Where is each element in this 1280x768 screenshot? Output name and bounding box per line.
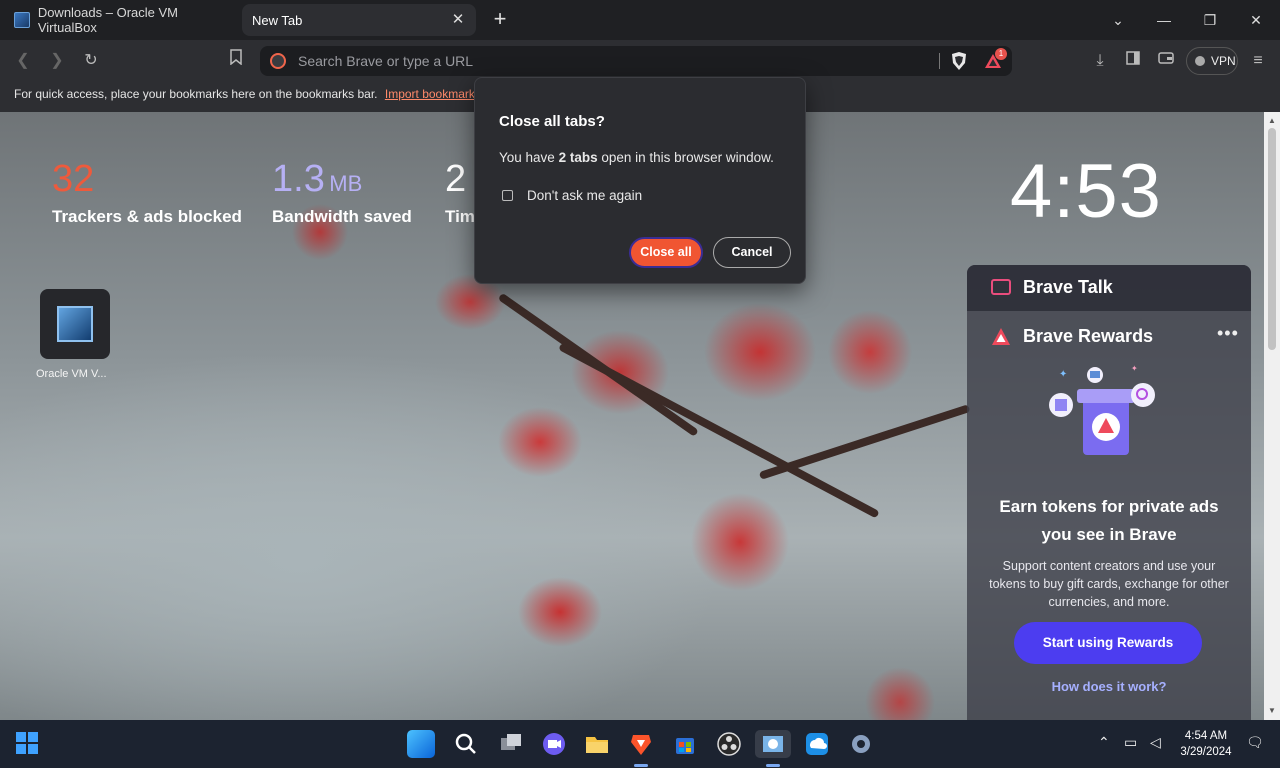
onedrive-upload-icon[interactable] xyxy=(803,730,831,758)
dont-ask-checkbox[interactable] xyxy=(502,190,513,201)
network-icon[interactable]: ▭ xyxy=(1124,734,1137,751)
bookmark-icon[interactable] xyxy=(223,48,249,74)
forward-button[interactable]: ❯ xyxy=(44,48,70,74)
minimize-button[interactable]: — xyxy=(1150,6,1178,34)
page-scrollbar[interactable]: ▲ ▼ xyxy=(1264,112,1280,720)
brave-icon[interactable] xyxy=(627,730,655,758)
rewards-gift-illustration: ✦ ✦ xyxy=(1049,365,1155,455)
scroll-down-icon[interactable]: ▼ xyxy=(1264,704,1280,718)
downloads-icon[interactable]: ⤓ xyxy=(1087,48,1113,74)
volume-icon[interactable]: ◁ xyxy=(1150,734,1161,751)
system-time: 4:54 AM xyxy=(1184,730,1228,742)
more-options-icon[interactable]: ••• xyxy=(1217,323,1239,344)
dialog-message-prefix: You have xyxy=(499,150,559,165)
dialog-title: Close all tabs? xyxy=(499,113,605,130)
dialog-message-count: 2 tabs xyxy=(558,150,598,165)
close-all-button[interactable]: Close all xyxy=(629,237,703,268)
background-branch xyxy=(497,292,699,437)
bandwidth-unit: MB xyxy=(329,171,363,196)
cancel-button[interactable]: Cancel xyxy=(713,237,791,268)
reload-button[interactable]: ↻ xyxy=(78,48,104,74)
trackers-count: 32 xyxy=(52,158,95,200)
start-using-rewards-button[interactable]: Start using Rewards xyxy=(1014,622,1202,664)
file-explorer-icon[interactable] xyxy=(583,730,611,758)
scroll-up-icon[interactable]: ▲ xyxy=(1264,114,1280,128)
trackers-label: Trackers & ads blocked xyxy=(52,207,242,226)
time-saved-label: Tim xyxy=(445,207,475,226)
tab-search-chevron-icon[interactable]: ⌄ xyxy=(1104,6,1132,34)
search-input[interactable]: Search Brave or type a URL xyxy=(298,53,473,69)
meet-icon[interactable] xyxy=(540,730,568,758)
sidebar-icon[interactable] xyxy=(1120,48,1146,74)
tab-downloads[interactable]: Downloads – Oracle VM VirtualBox xyxy=(6,4,238,36)
obs-icon[interactable] xyxy=(715,730,743,758)
bandwidth-value: 1.3 xyxy=(272,158,325,200)
windows-start-icon[interactable] xyxy=(407,730,435,758)
brave-rewards-logo-icon xyxy=(992,328,1010,345)
virtualbox-icon xyxy=(57,306,93,342)
bookmarks-hint: For quick access, place your bookmarks h… xyxy=(14,87,378,101)
site-info-icon[interactable] xyxy=(270,53,286,69)
time-stat: 2 Tim xyxy=(445,158,475,227)
windows-start-icon[interactable] xyxy=(16,732,40,756)
virtualbox-taskbar-icon[interactable] xyxy=(755,730,791,758)
rewards-headline-line1: Earn tokens for private ads xyxy=(999,497,1219,516)
window-close-button[interactable]: ✕ xyxy=(1242,6,1270,34)
wallet-icon[interactable] xyxy=(1153,48,1179,74)
rewards-headline-line2: you see in Brave xyxy=(1041,525,1177,544)
virtualbox-active-indicator xyxy=(766,764,780,767)
microsoft-store-icon[interactable] xyxy=(671,730,699,758)
vpn-label: VPN xyxy=(1211,54,1236,68)
clock: 4:53 xyxy=(1010,149,1162,234)
brave-widget-card: Brave Talk Brave Rewards ••• ✦ ✦ Earn to… xyxy=(967,265,1251,720)
address-bar[interactable]: Search Brave or type a URL 1 xyxy=(260,46,1012,76)
browser-toolbar: ❮ ❯ ↻ Search Brave or type a URL 1 ⤓ VPN… xyxy=(0,40,1280,82)
brave-active-indicator xyxy=(634,764,648,767)
rewards-description: Support content creators and use your to… xyxy=(989,559,1229,609)
search-icon[interactable] xyxy=(452,730,480,758)
brave-talk-label: Brave Talk xyxy=(1023,277,1113,297)
top-site-label: Oracle VM V... xyxy=(36,368,107,380)
rewards-headline: Earn tokens for private ads you see in B… xyxy=(967,493,1251,549)
dialog-message-suffix: open in this browser window. xyxy=(597,150,774,165)
bandwidth-label: Bandwidth saved xyxy=(272,207,412,226)
svg-text:✦: ✦ xyxy=(1059,369,1067,380)
restore-button[interactable]: ❐ xyxy=(1196,6,1224,34)
bandwidth-stat: 1.3 MB Bandwidth saved xyxy=(272,158,412,227)
windows-taskbar: ⌃ ▭ ◁ 4:54 AM 3/29/2024 🗨 xyxy=(0,720,1280,768)
background-branch xyxy=(758,404,971,480)
close-tab-icon[interactable]: ✕ xyxy=(450,12,466,28)
top-site-virtualbox[interactable] xyxy=(40,289,110,359)
close-all-tabs-dialog: Close all tabs? You have 2 tabs open in … xyxy=(474,77,806,284)
dialog-message: You have 2 tabs open in this browser win… xyxy=(499,150,774,165)
tab-label: Downloads – Oracle VM VirtualBox xyxy=(37,5,178,35)
notifications-icon[interactable]: 🗨 xyxy=(1246,734,1264,751)
brave-talk-row[interactable]: Brave Talk xyxy=(967,265,1251,311)
trackers-stat: 32 Trackers & ads blocked xyxy=(52,158,242,227)
menu-icon[interactable]: ≡ xyxy=(1245,48,1271,74)
vpn-status-icon xyxy=(1195,56,1205,66)
vpn-button[interactable]: VPN xyxy=(1186,47,1238,75)
system-clock[interactable]: 4:54 AM 3/29/2024 xyxy=(1176,728,1236,760)
show-hidden-icons-chevron-icon[interactable]: ⌃ xyxy=(1098,734,1110,751)
virtualbox-favicon-icon xyxy=(14,12,30,28)
tab-new-tab[interactable]: New Tab ✕ xyxy=(242,4,476,36)
system-date: 3/29/2024 xyxy=(1180,746,1232,758)
time-saved-value: 2 xyxy=(445,158,467,200)
svg-text:✦: ✦ xyxy=(1131,365,1138,373)
omnibox-divider xyxy=(939,53,940,69)
title-bar: Downloads – Oracle VM VirtualBox New Tab… xyxy=(0,0,1280,40)
new-tab-button[interactable]: + xyxy=(488,8,512,32)
dont-ask-label[interactable]: Don't ask me again xyxy=(527,188,642,203)
brave-rewards-label: Brave Rewards xyxy=(1023,326,1154,346)
how-does-it-work-link[interactable]: How does it work? xyxy=(967,679,1251,694)
brave-shields-icon[interactable] xyxy=(950,51,968,71)
scrollbar-thumb[interactable] xyxy=(1268,128,1276,350)
tab-label: New Tab xyxy=(252,12,303,28)
video-camera-icon xyxy=(991,279,1011,295)
rewards-badge: 1 xyxy=(995,48,1007,60)
settings-gear-icon[interactable] xyxy=(847,730,875,758)
back-button[interactable]: ❮ xyxy=(10,48,36,74)
task-view-icon[interactable] xyxy=(497,730,525,758)
